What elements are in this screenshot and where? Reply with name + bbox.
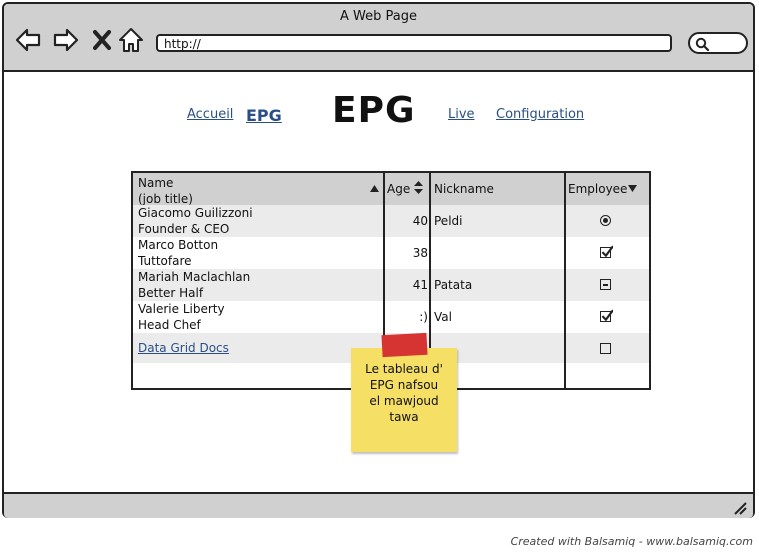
nav-link-configuration[interactable]: Configuration <box>496 107 584 122</box>
table-row[interactable]: Marco Botton Tuttofare 38 <box>133 237 649 269</box>
sticky-note-line: tawa <box>389 410 419 424</box>
column-header-age[interactable]: Age <box>387 182 410 196</box>
cell-age: 40 <box>412 214 428 228</box>
cell-title: Founder & CEO <box>138 222 230 236</box>
sticky-note-text: Le tableau d' EPG nafsou el mawjoud tawa <box>351 361 457 425</box>
column-header-name-line1: Name <box>138 176 174 190</box>
column-divider <box>564 173 566 388</box>
checkmark-icon <box>601 309 613 322</box>
data-grid-docs-link[interactable]: Data Grid Docs <box>138 340 249 356</box>
window-title: A Web Page <box>340 9 417 24</box>
forward-arrow-icon[interactable] <box>52 26 80 54</box>
checkmark-icon <box>601 245 613 258</box>
employee-checkbox[interactable] <box>600 343 611 354</box>
home-icon[interactable] <box>117 26 145 54</box>
search-field[interactable] <box>688 32 748 54</box>
url-input[interactable]: http:// <box>156 34 672 52</box>
cell-name: Marco Botton <box>138 238 219 252</box>
search-icon <box>695 37 709 51</box>
sort-both-icon[interactable] <box>414 181 423 194</box>
minus-icon <box>603 284 608 286</box>
table-row[interactable]: Mariah Maclachlan Better Half 41 Patata <box>133 269 649 301</box>
employee-radio[interactable] <box>600 215 611 226</box>
table-row[interactable]: Giacomo Guilizzoni Founder & CEO 40 Peld… <box>133 205 649 237</box>
employee-checkbox[interactable] <box>600 245 613 258</box>
cell-title: Better Half <box>138 286 204 300</box>
back-arrow-icon[interactable] <box>14 26 42 54</box>
column-header-employee[interactable]: Employee <box>568 182 627 196</box>
grid-header: Name (job title) Age Nickname Employee <box>133 173 649 207</box>
cell-nickname: Patata <box>434 278 473 292</box>
stop-icon[interactable] <box>88 26 116 54</box>
cell-name: Mariah Maclachlan <box>138 270 251 284</box>
nav-link-live[interactable]: Live <box>448 107 475 122</box>
sticky-note-line: Le tableau d' <box>365 362 443 376</box>
cell-age: 41 <box>412 278 428 292</box>
nav-link-accueil[interactable]: Accueil <box>187 107 233 122</box>
cell-nickname: Peldi <box>434 214 463 228</box>
page-title: EPG <box>332 90 416 131</box>
cell-name: Giacomo Guilizzoni <box>138 206 253 220</box>
sticky-note: Le tableau d' EPG nafsou el mawjoud tawa <box>351 348 457 452</box>
sort-ascending-icon[interactable] <box>370 185 379 192</box>
column-header-name[interactable]: Name (job title) <box>138 175 193 207</box>
cell-title: Head Chef <box>138 318 201 332</box>
employee-checkbox[interactable] <box>600 309 613 322</box>
sort-descending-icon[interactable] <box>628 185 637 192</box>
cell-age: 38 <box>412 246 428 260</box>
cell-title: Tuttofare <box>138 254 192 268</box>
sticky-note-line: EPG nafsou <box>369 378 439 392</box>
employee-checkbox-indeterminate[interactable] <box>600 279 611 290</box>
table-row[interactable]: Valerie Liberty Head Chef :) Val <box>133 301 649 333</box>
cell-nickname: Val <box>434 310 452 324</box>
resize-grip-icon[interactable] <box>733 501 747 515</box>
browser-toolbar: A Web Page http:// <box>4 4 753 72</box>
sticky-note-tape <box>381 332 428 358</box>
cell-age: :) <box>419 310 428 324</box>
column-header-nickname[interactable]: Nickname <box>434 182 494 196</box>
nav-link-epg[interactable]: EPG <box>246 106 282 125</box>
status-bar <box>4 492 753 518</box>
sticky-note-line: el mawjoud <box>369 394 439 408</box>
cell-name: Valerie Liberty <box>138 302 225 316</box>
balsamiq-credit: Created with Balsamiq - www.balsamiq.com <box>510 535 753 548</box>
